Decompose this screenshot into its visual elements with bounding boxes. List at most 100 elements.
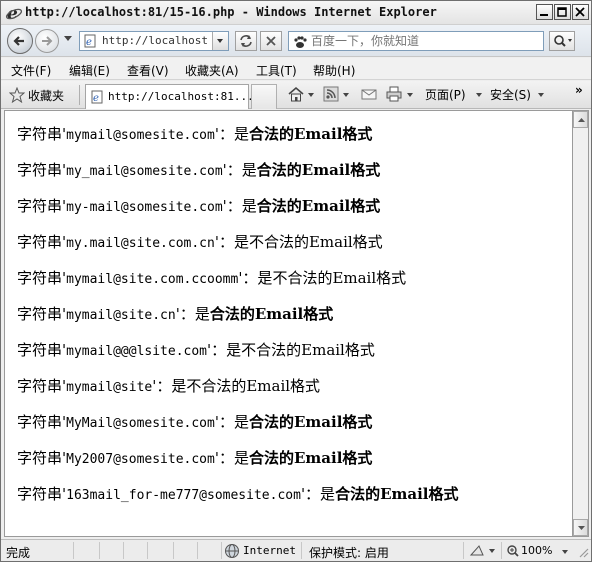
favorites-bar: 收藏夹 e http://localhost:81... 页面(P) 安全(S)…: [1, 81, 591, 109]
status-divider: [301, 542, 302, 559]
home-dropdown-icon[interactable]: [307, 92, 315, 98]
search-input[interactable]: [311, 33, 539, 49]
toolbar-divider: [79, 85, 80, 105]
forward-button[interactable]: [35, 29, 59, 53]
line-suffix: '：是: [175, 305, 210, 323]
page-menu-button[interactable]: 页面(P): [425, 86, 466, 103]
result-text: 合法的Email格式: [256, 161, 381, 179]
back-arrow-icon: [13, 36, 24, 46]
url-text[interactable]: http://localhost:8: [102, 34, 208, 47]
line-suffix: '：是: [207, 341, 242, 359]
result-text: 不合法的Email格式: [248, 233, 383, 251]
menu-favorites[interactable]: 收藏夹(A): [185, 62, 239, 79]
title-bar: e http://localhost:81/15-16.php - Window…: [1, 1, 591, 25]
new-tab-button[interactable]: [251, 84, 277, 109]
vertical-scrollbar[interactable]: [572, 110, 589, 537]
email-text: mymail@site.cn: [66, 308, 176, 323]
arrow-down-icon: [578, 526, 585, 530]
result-text: 不合法的Email格式: [272, 269, 407, 287]
zoom-level[interactable]: 100%: [521, 544, 552, 557]
line-suffix: '：是: [222, 197, 257, 215]
email-text: my.mail@site.com.cn: [66, 236, 215, 251]
result-line: 字符串'My2007@somesite.com'：是合法的Email格式: [17, 447, 372, 468]
result-line: 字符串'mymail@site.cn'：是合法的Email格式: [17, 303, 333, 324]
history-dropdown-icon[interactable]: [63, 35, 73, 43]
status-divider: [221, 542, 222, 559]
line-prefix: 字符串': [17, 485, 67, 503]
email-text: 163mail_for-me777@somesite.com: [66, 488, 301, 503]
page-status-icon[interactable]: [469, 543, 497, 559]
resize-grip-icon[interactable]: [577, 546, 589, 558]
status-divider: [501, 542, 502, 559]
result-line: 字符串'my_mail@somesite.com'：是合法的Email格式: [17, 159, 380, 180]
result-line: 字符串'my.mail@site.com.cn'：是不合法的Email格式: [17, 231, 383, 252]
close-button[interactable]: [572, 4, 589, 20]
minimize-button[interactable]: [536, 4, 553, 20]
zoom-icon[interactable]: [506, 543, 520, 559]
result-text: 合法的Email格式: [335, 485, 459, 503]
refresh-button[interactable]: [235, 31, 257, 51]
email-text: my_mail@somesite.com: [66, 164, 223, 179]
menu-view[interactable]: 查看(V): [127, 62, 169, 79]
line-suffix: '：是: [152, 377, 187, 395]
address-field[interactable]: e http://localhost:8: [79, 31, 229, 51]
tab-active-page[interactable]: e http://localhost:81...: [85, 84, 254, 109]
ie-logo-icon: e: [5, 4, 23, 22]
maximize-button[interactable]: [554, 4, 571, 20]
email-text: MyMail@somesite.com: [66, 416, 215, 431]
result-line: 字符串'mymail@site.com.ccoomm'：是不合法的Email格式: [17, 267, 406, 288]
search-field[interactable]: [288, 31, 544, 51]
line-suffix: '：是: [214, 449, 249, 467]
menu-bar: 文件(F) 编辑(E) 查看(V) 收藏夹(A) 工具(T) 帮助(H): [1, 58, 591, 80]
svg-text:e: e: [86, 37, 92, 48]
email-text: my-mail@somesite.com: [66, 200, 223, 215]
status-divider: [99, 542, 100, 559]
address-toolbar: e http://localhost:8: [1, 25, 591, 57]
page-icon: e: [84, 34, 96, 48]
menu-file[interactable]: 文件(F): [11, 62, 51, 79]
toolbar-overflow-button[interactable]: »: [575, 83, 583, 97]
stop-button[interactable]: [260, 31, 282, 51]
scroll-up-button[interactable]: [573, 111, 588, 128]
menu-help[interactable]: 帮助(H): [313, 62, 355, 79]
safety-menu-dropdown-icon[interactable]: [537, 92, 545, 98]
result-line: 字符串'my-mail@somesite.com'：是合法的Email格式: [17, 195, 380, 216]
menu-tools[interactable]: 工具(T): [256, 62, 297, 79]
chevron-down-icon: [217, 39, 223, 43]
window-title: http://localhost:81/15-16.php - Windows …: [25, 5, 437, 19]
print-dropdown-icon[interactable]: [406, 92, 414, 98]
baidu-paw-icon: [294, 36, 307, 48]
line-prefix: 字符串': [17, 341, 67, 359]
line-suffix: '：是: [238, 269, 273, 287]
result-text: 合法的Email格式: [248, 125, 373, 143]
favorites-button[interactable]: 收藏夹: [28, 87, 64, 104]
favorites-star-icon[interactable]: [9, 87, 25, 103]
result-text: 不合法的Email格式: [241, 341, 375, 359]
menu-edit[interactable]: 编辑(E): [69, 62, 110, 79]
print-icon[interactable]: [385, 86, 403, 102]
minimize-icon: [540, 14, 548, 16]
address-dropdown-button[interactable]: [212, 32, 228, 50]
line-prefix: 字符串': [17, 233, 67, 251]
page-icon: e: [91, 90, 103, 104]
result-text: 合法的Email格式: [209, 305, 334, 323]
back-button[interactable]: [7, 28, 33, 54]
status-divider: [173, 542, 174, 559]
tab-title: http://localhost:81...: [108, 90, 254, 103]
scroll-down-button[interactable]: [573, 519, 588, 536]
feeds-dropdown-icon[interactable]: [342, 92, 350, 98]
stop-icon: [266, 36, 276, 46]
status-bar: 完成 Internet 保护模式: 启用 100%: [1, 539, 591, 561]
mail-icon[interactable]: [360, 86, 378, 102]
safety-menu-button[interactable]: 安全(S): [490, 86, 531, 103]
line-prefix: 字符串': [17, 197, 67, 215]
page-menu-dropdown-icon[interactable]: [475, 92, 483, 98]
forward-arrow-icon: [42, 36, 53, 46]
result-text: 合法的Email格式: [256, 197, 381, 215]
home-icon[interactable]: [287, 86, 305, 102]
status-divider: [147, 542, 148, 559]
feeds-icon[interactable]: [323, 86, 339, 102]
search-button[interactable]: [549, 31, 575, 51]
line-suffix: '：是: [214, 233, 249, 251]
zoom-dropdown-icon[interactable]: [561, 549, 569, 555]
